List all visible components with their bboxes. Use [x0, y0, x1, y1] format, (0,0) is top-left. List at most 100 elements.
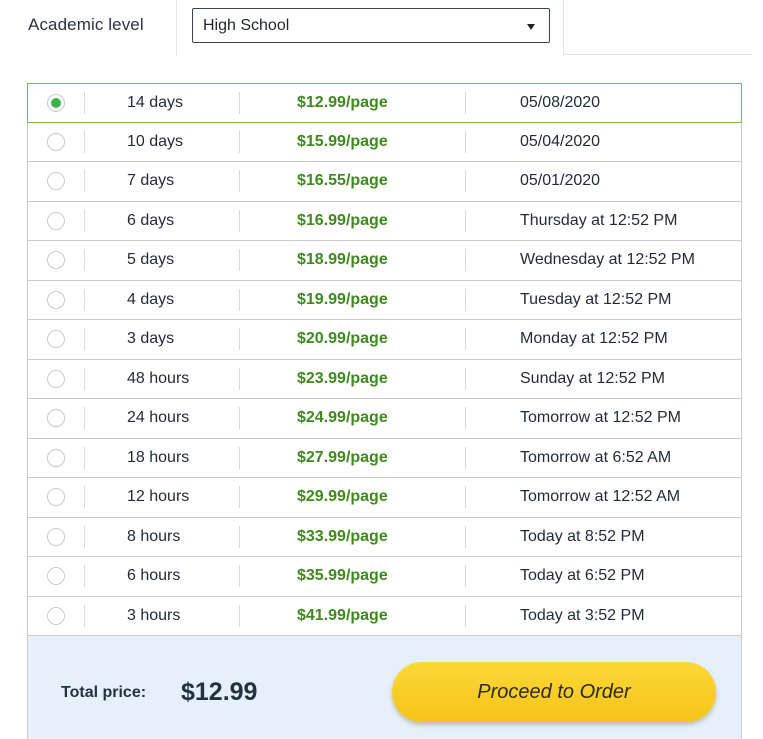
deadline-row[interactable]: 4 days $19.99/page Tuesday at 12:52 PM: [27, 280, 742, 320]
radio-icon[interactable]: [47, 330, 65, 348]
radio-icon[interactable]: [47, 94, 65, 112]
radio-icon[interactable]: [47, 606, 65, 625]
column-divider: [239, 407, 240, 429]
column-divider: [84, 407, 85, 429]
radio-icon[interactable]: [47, 448, 65, 467]
column-divider: [465, 328, 466, 350]
radio-icon[interactable]: [47, 369, 65, 388]
chevron-down-icon: [527, 24, 535, 30]
deadline-duration: 24 hours: [127, 409, 190, 426]
column-divider: [465, 525, 466, 548]
deadline-row[interactable]: 8 hours $33.99/page Today at 8:52 PM: [27, 517, 742, 557]
column-divider: [465, 367, 466, 390]
deadline-price: $27.99/page: [297, 448, 388, 466]
radio-icon[interactable]: [47, 290, 65, 309]
column-divider: [239, 367, 240, 390]
deadline-table: 14 days $12.99/page 05/08/2020 10 days $15.9…: [27, 83, 742, 636]
deadline-row[interactable]: 10 days $15.99/page 05/04/2020: [27, 122, 742, 162]
column-divider: [465, 92, 466, 114]
deadline-row[interactable]: 6 days $16.99/page Thursday at 12:52 PM: [27, 201, 742, 241]
column-divider: [239, 486, 240, 508]
deadline-duration: 7 days: [127, 172, 175, 189]
column-divider: [465, 249, 466, 271]
deadline-date: Today at 3:52 PM: [520, 606, 645, 624]
column-divider: [465, 486, 466, 508]
academic-level-value: High School: [203, 17, 290, 34]
deadline-duration: 5 days: [127, 251, 175, 268]
column-divider: [465, 209, 466, 232]
column-divider: [84, 446, 85, 469]
column-divider: [239, 565, 240, 587]
column-divider: [84, 604, 85, 627]
deadline-row[interactable]: 3 hours $41.99/page Today at 3:52 PM: [27, 596, 742, 636]
deadline-row[interactable]: 7 days $16.55/page 05/01/2020: [27, 162, 742, 202]
column-divider: [84, 170, 85, 192]
radio-icon[interactable]: [47, 172, 65, 190]
column-divider: [84, 486, 85, 508]
deadline-price: $24.99/page: [297, 409, 388, 426]
deadline-duration: 6 hours: [127, 567, 181, 584]
deadline-date: Monday at 12:52 PM: [520, 330, 668, 347]
deadline-date: Tuesday at 12:52 PM: [520, 290, 672, 308]
column-divider: [465, 407, 466, 429]
column-divider: [465, 130, 466, 153]
deadline-row[interactable]: 48 hours $23.99/page Sunday at 12:52 PM: [27, 359, 742, 399]
column-divider: [84, 367, 85, 390]
radio-icon[interactable]: [47, 132, 65, 151]
deadline-date: Today at 8:52 PM: [520, 527, 645, 545]
column-divider: [465, 446, 466, 469]
column-divider: [239, 170, 240, 192]
deadline-duration: 18 hours: [127, 448, 190, 466]
total-price-value: $12.99: [181, 678, 258, 706]
deadline-date: Thursday at 12:52 PM: [520, 211, 678, 229]
radio-icon[interactable]: [47, 567, 65, 585]
deadline-row[interactable]: 12 hours $29.99/page Tomorrow at 12:52 AM: [27, 478, 742, 518]
column-divider: [239, 209, 240, 232]
deadline-duration: 6 days: [127, 211, 175, 229]
deadline-duration: 3 hours: [127, 606, 181, 624]
column-divider: [239, 288, 240, 311]
deadline-row[interactable]: 14 days $12.99/page 05/08/2020: [27, 83, 742, 123]
deadline-price: $15.99/page: [297, 132, 388, 150]
proceed-to-order-button[interactable]: Proceed to Order: [392, 662, 716, 722]
deadline-price: $33.99/page: [297, 527, 388, 545]
deadline-row[interactable]: 24 hours $24.99/page Tomorrow at 12:52 PM: [27, 399, 742, 439]
column-divider: [465, 288, 466, 311]
deadline-duration: 10 days: [127, 132, 184, 150]
column-divider: [239, 525, 240, 548]
column-divider: [239, 130, 240, 153]
radio-icon[interactable]: [47, 211, 65, 230]
column-divider: [84, 92, 85, 114]
radio-icon[interactable]: [47, 488, 65, 506]
deadline-row[interactable]: 3 days $20.99/page Monday at 12:52 PM: [27, 320, 742, 360]
column-divider: [465, 170, 466, 192]
deadline-row[interactable]: 18 hours $27.99/page Tomorrow at 6:52 AM: [27, 438, 742, 478]
deadline-date: Tomorrow at 12:52 PM: [520, 409, 681, 426]
deadline-duration: 8 hours: [127, 527, 181, 545]
radio-icon[interactable]: [47, 251, 65, 269]
column-divider: [84, 328, 85, 350]
order-footer: Total price: $12.99 Proceed to Order: [27, 636, 742, 739]
column-divider: [84, 130, 85, 153]
deadline-price: $19.99/page: [297, 290, 388, 308]
deadline-price: $35.99/page: [297, 567, 388, 584]
column-divider: [84, 565, 85, 587]
deadline-price: $16.55/page: [297, 172, 388, 189]
column-divider: [84, 249, 85, 271]
deadline-duration: 12 hours: [127, 488, 190, 505]
tab-divider: [563, 54, 753, 55]
deadline-date: 05/08/2020: [520, 94, 601, 111]
column-divider: [465, 604, 466, 627]
deadline-row[interactable]: 5 days $18.99/page Wednesday at 12:52 PM: [27, 241, 742, 281]
column-divider: [84, 288, 85, 311]
radio-icon[interactable]: [47, 409, 65, 427]
deadline-date: 05/01/2020: [520, 172, 601, 189]
radio-icon[interactable]: [47, 527, 65, 546]
deadline-row[interactable]: 6 hours $35.99/page Today at 6:52 PM: [27, 557, 742, 597]
academic-level-select[interactable]: High School: [192, 8, 550, 43]
deadline-date: Today at 6:52 PM: [520, 567, 645, 584]
deadline-price: $16.99/page: [297, 211, 388, 229]
column-divider: [84, 525, 85, 548]
column-divider: [239, 328, 240, 350]
column-divider: [239, 92, 240, 114]
